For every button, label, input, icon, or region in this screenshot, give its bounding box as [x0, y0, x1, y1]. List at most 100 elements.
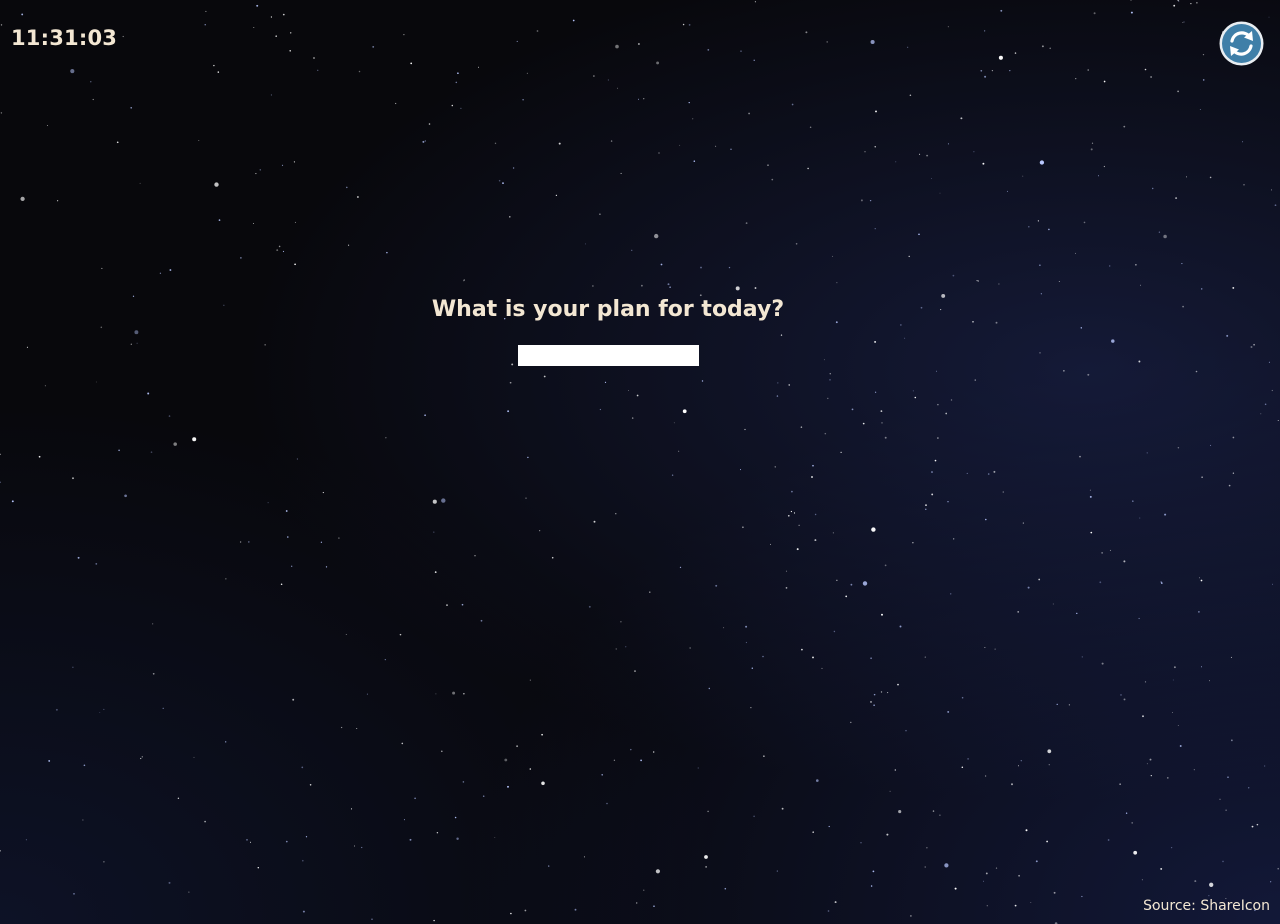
star [688, 24, 691, 26]
star [433, 919, 435, 922]
star [289, 32, 292, 34]
star [72, 666, 74, 668]
star [122, 35, 124, 38]
star [1103, 80, 1106, 83]
star [1186, 176, 1187, 178]
star [750, 707, 752, 709]
star [257, 866, 260, 869]
star [527, 456, 529, 459]
star [1111, 339, 1115, 343]
star [1098, 175, 1099, 177]
star [424, 414, 426, 417]
star [1039, 264, 1041, 267]
star [887, 692, 889, 694]
star [507, 410, 510, 413]
star [584, 243, 586, 245]
star [682, 409, 687, 414]
star [961, 696, 964, 699]
star [851, 408, 854, 411]
star [812, 831, 814, 833]
star [1190, 2, 1192, 5]
star [512, 167, 515, 169]
star [653, 905, 655, 908]
star [1226, 334, 1229, 337]
star [280, 583, 283, 586]
star [873, 693, 876, 696]
star [435, 693, 437, 695]
star [1197, 610, 1200, 613]
star [1243, 183, 1245, 186]
star [325, 566, 328, 568]
star [874, 340, 877, 343]
star [494, 142, 497, 145]
star [656, 61, 660, 65]
star [763, 755, 765, 757]
star [1076, 612, 1078, 615]
star [617, 87, 619, 89]
star [159, 272, 162, 274]
star [832, 255, 834, 257]
star [814, 539, 817, 542]
star [658, 152, 660, 154]
star [1242, 141, 1244, 143]
star [253, 27, 255, 28]
star [372, 45, 375, 48]
star [1146, 452, 1148, 454]
star [828, 825, 830, 828]
star [812, 464, 814, 467]
star [147, 392, 150, 395]
star [525, 497, 527, 499]
star [740, 469, 741, 471]
star [836, 579, 838, 581]
star [240, 257, 242, 259]
star [529, 679, 531, 681]
plan-input[interactable] [518, 345, 699, 366]
star [715, 584, 718, 587]
star [745, 641, 747, 644]
star [1083, 221, 1086, 224]
star [886, 833, 889, 836]
star [478, 66, 479, 68]
star [292, 698, 295, 701]
star [682, 23, 685, 26]
star [715, 145, 717, 147]
star [785, 570, 788, 572]
star [983, 880, 984, 882]
star [433, 531, 435, 533]
star [1160, 867, 1163, 870]
starfield-background [0, 0, 1280, 924]
star [348, 244, 350, 246]
star [198, 140, 200, 142]
star [754, 287, 757, 289]
star [984, 646, 986, 648]
star [973, 151, 975, 153]
star [502, 182, 504, 184]
star [776, 870, 778, 872]
star [1103, 165, 1106, 168]
star [1123, 125, 1126, 128]
star [1200, 666, 1203, 668]
star [403, 819, 405, 821]
star [1271, 583, 1274, 585]
star [936, 370, 937, 372]
star [1268, 361, 1270, 363]
star [880, 410, 883, 412]
star [904, 337, 906, 339]
star [1158, 231, 1161, 233]
star [697, 767, 699, 769]
star [829, 373, 831, 375]
star [441, 750, 443, 753]
star [826, 41, 829, 43]
star [977, 280, 979, 282]
star [880, 691, 883, 693]
star [874, 146, 876, 148]
star [693, 160, 696, 162]
refresh-button[interactable] [1218, 20, 1265, 67]
star [1277, 420, 1279, 421]
star [870, 657, 872, 660]
star [735, 286, 740, 291]
star [823, 359, 825, 361]
star [361, 846, 363, 849]
star [432, 499, 437, 504]
refresh-icon [1219, 21, 1264, 66]
